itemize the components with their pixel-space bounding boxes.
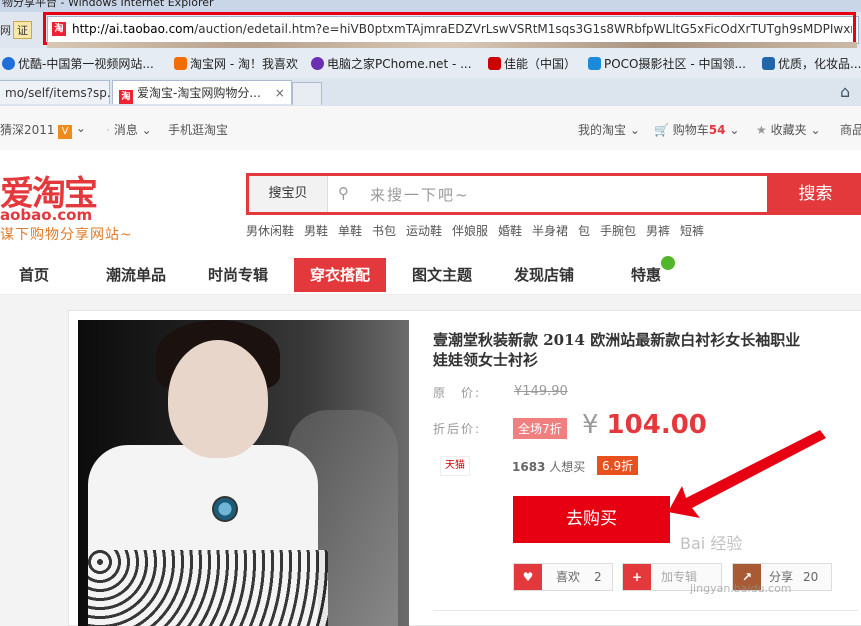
youku-icon (2, 57, 15, 70)
heart-icon: ♥ (514, 564, 542, 590)
hot-word[interactable]: 单鞋 (338, 222, 362, 239)
canon-icon (488, 57, 501, 70)
favorites-menu[interactable]: ★ 收藏夹 ⌄ (756, 121, 821, 138)
product-photo[interactable] (78, 320, 409, 626)
nav-discover-shops[interactable]: 发现店铺 (500, 258, 588, 292)
cert-badge[interactable]: 证 (13, 21, 32, 39)
taobao-favicon-icon: 淘 (52, 22, 66, 36)
user-name[interactable]: 猜深2011 (0, 121, 55, 138)
search-type-selector[interactable]: 搜宝贝 (249, 176, 328, 212)
hot-word[interactable]: 男鞋 (304, 222, 328, 239)
close-tab-icon[interactable]: × (275, 86, 285, 100)
poco-icon (588, 57, 601, 70)
cart-link[interactable]: 🛒 购物车54 ⌄ (654, 121, 739, 138)
hot-word[interactable]: 运动鞋 (406, 222, 442, 239)
tab-items[interactable]: mo/self/items?sp... (0, 80, 118, 104)
hot-word[interactable]: 婚鞋 (498, 222, 522, 239)
pchome-icon (311, 57, 324, 70)
chevron-down-icon: ⌄ (75, 121, 86, 135)
my-taobao-menu[interactable]: 我的淘宝 ⌄ (578, 121, 640, 138)
hot-word[interactable]: 伴娘服 (452, 222, 488, 239)
search-input[interactable]: 来搜一下吧~ (370, 184, 470, 205)
merchant-menu[interactable]: 商品 (840, 121, 861, 138)
product-title[interactable]: 壹潮堂秋装新款 2014 欧洲站最新款白衬衫女长袖职业娃娃领女士衬衫 (433, 330, 803, 370)
search-button[interactable]: 搜索 (770, 173, 861, 215)
home-icon[interactable]: ⌂ (840, 82, 850, 101)
wants-count: 1683 人想买 (512, 460, 586, 474)
favorite-item[interactable]: 优质，化妆品... (762, 55, 861, 72)
messages-menu[interactable]: · 消息 ⌄ (102, 121, 152, 138)
tmall-icon: 天猫 (440, 456, 470, 476)
address-prefix: 网 (0, 24, 11, 37)
hot-word[interactable]: 包 (578, 222, 590, 239)
divider (433, 610, 858, 611)
tab-aitaobao[interactable]: 淘爱淘宝-淘宝网购物分... × (112, 80, 292, 104)
url-text[interactable]: http://ai.taobao.com/auction/edetail.htm… (72, 22, 852, 36)
favorite-item[interactable]: POCO摄影社区 - 中国领... (588, 55, 746, 72)
address-bar[interactable]: 淘 http://ai.taobao.com/auction/edetail.h… (47, 16, 859, 44)
vip-icon: V (58, 125, 72, 139)
photo-face (168, 340, 268, 458)
buy-button[interactable]: 去购买 (513, 496, 670, 543)
currency-symbol: ¥ (582, 410, 599, 440)
nav-outfit[interactable]: 穿衣搭配 (294, 258, 386, 292)
url-domain: http://ai.taobao.com (72, 22, 195, 36)
cart-count: 54 (708, 123, 726, 137)
photo-lace (88, 550, 328, 626)
hot-word[interactable]: 手腕包 (600, 222, 636, 239)
hot-word[interactable]: 男裤 (646, 222, 670, 239)
plus-icon: + (623, 564, 651, 590)
search-icon: ⚲ (338, 184, 349, 202)
url-path: /auction/edetail.htm?e=hiVB0ptxmTAjmraED… (194, 22, 852, 36)
hot-word[interactable]: 半身裙 (532, 222, 568, 239)
chevron-down-icon: ⌄ (810, 123, 821, 137)
favorite-item[interactable]: 淘宝网 - 淘！我喜欢 (174, 55, 298, 72)
chevron-down-icon: ⌄ (729, 123, 740, 137)
discount-price-label: 折后价: (433, 422, 482, 436)
new-dot-badge (661, 256, 675, 270)
photo-pendant (212, 496, 238, 522)
discount-badge: 全场7折 (513, 418, 567, 439)
taobao-icon (174, 57, 187, 70)
cosmetics-icon (762, 57, 775, 70)
favorite-item[interactable]: 优酷-中国第一视频网站... (2, 55, 154, 72)
nav-trend-items[interactable]: 潮流单品 (94, 258, 178, 292)
original-price-label: 原 价: (433, 386, 482, 400)
annotation-arrow (668, 430, 826, 518)
wants-discount-badge: 6.9折 (597, 456, 639, 475)
nav-home[interactable]: 首页 (0, 258, 68, 292)
favorite-item[interactable]: 佳能（中国） (488, 55, 576, 72)
taobao-favicon-icon: 淘 (119, 90, 133, 104)
watermark: Bai 经验 (680, 534, 743, 553)
original-price: ¥149.90 (514, 384, 568, 399)
cart-icon: 🛒 (654, 123, 669, 137)
favorite-item[interactable]: 电脑之家PChome.net - ... (311, 55, 472, 72)
address-left-badge: 网证 (0, 21, 32, 39)
hot-word[interactable]: 书包 (372, 222, 396, 239)
window-titlebar: 物分享平台 - Windows Internet Explorer (0, 0, 861, 12)
chevron-down-icon: ⌄ (629, 123, 640, 137)
hot-word[interactable]: 短裤 (680, 222, 704, 239)
vip-badge[interactable]: V ⌄ (58, 121, 86, 139)
logo-slogan: 谋下购物分享网站~ (0, 227, 133, 243)
nav-topics[interactable]: 图文主题 (400, 258, 484, 292)
logo-domain: aobao.com (0, 206, 93, 224)
new-tab-button[interactable] (292, 82, 322, 105)
chevron-down-icon: ⌄ (141, 123, 152, 137)
hot-word[interactable]: 男休闲鞋 (246, 222, 294, 239)
watermark-sub: jingyan.baidu.com (690, 582, 792, 595)
like-button[interactable]: ♥ 喜欢 2 (513, 563, 613, 591)
nav-fashion-albums[interactable]: 时尚专辑 (196, 258, 280, 292)
window-title: 物分享平台 - Windows Internet Explorer (2, 0, 214, 9)
star-icon: ★ (756, 123, 767, 137)
mobile-taobao-link[interactable]: 手机逛淘宝 (168, 121, 228, 138)
